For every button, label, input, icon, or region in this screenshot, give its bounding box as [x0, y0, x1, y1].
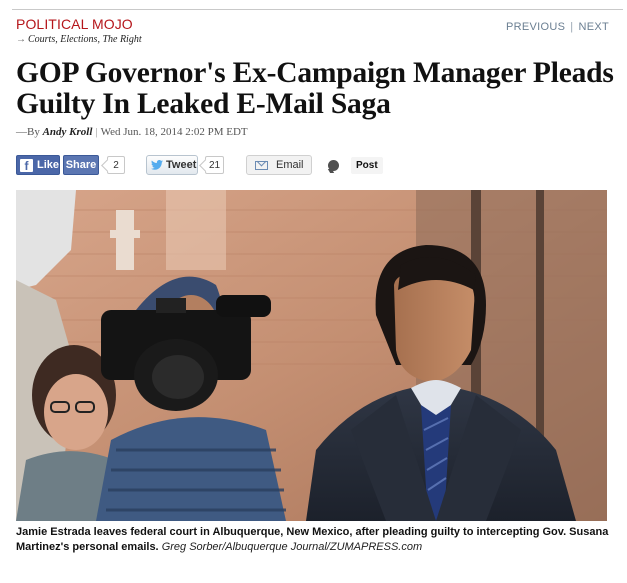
- article-photo: [16, 190, 607, 521]
- next-link[interactable]: NEXT: [578, 21, 609, 33]
- photo-credit: Greg Sorber/Albuquerque Journal/ZUMAPRES…: [161, 541, 423, 553]
- publish-date: Wed Jun. 18, 2014 2:02 PM EDT: [100, 126, 248, 138]
- email-button[interactable]: Email: [246, 155, 312, 175]
- twitter-bird-icon: [151, 160, 163, 170]
- top-divider: [12, 9, 623, 10]
- like-label: Like: [36, 159, 59, 171]
- facebook-like-button[interactable]: f Like: [16, 155, 60, 175]
- prev-next-nav: PREVIOUS | NEXT: [506, 21, 609, 33]
- tweet-button[interactable]: Tweet: [146, 155, 198, 175]
- post-label: Post: [351, 156, 383, 174]
- byline-prefix: —By: [16, 126, 40, 138]
- share-count: 2: [107, 156, 125, 174]
- previous-link[interactable]: PREVIOUS: [506, 21, 565, 33]
- arrow-icon: →: [16, 34, 26, 45]
- tweet-count-value: 21: [208, 159, 221, 171]
- section-tags-links[interactable]: Courts, Elections, The Right: [28, 34, 142, 45]
- tweet-label: Tweet: [166, 159, 197, 171]
- section-header: POLITICAL MOJO → Courts, Elections, The R…: [16, 16, 142, 45]
- facebook-icon: f: [20, 158, 33, 173]
- email-label: Email: [276, 159, 304, 171]
- section-name-link[interactable]: POLITICAL MOJO: [16, 16, 142, 32]
- article-headline: GOP Governor's Ex-Campaign Manager Plead…: [16, 57, 614, 120]
- byline-separator: |: [95, 126, 98, 138]
- tweet-count: 21: [205, 156, 224, 174]
- facebook-share-button[interactable]: Share: [63, 155, 99, 175]
- photo-caption: Jamie Estrada leaves federal court in Al…: [16, 525, 616, 555]
- post-button[interactable]: Post: [328, 155, 383, 175]
- byline: —By Andy Kroll | Wed Jun. 18, 2014 2:02 PM…: [16, 126, 248, 138]
- photo-illustration: [16, 190, 607, 521]
- mail-icon: [255, 160, 268, 170]
- section-tags: → Courts, Elections, The Right: [16, 34, 142, 45]
- nav-separator: |: [570, 21, 574, 33]
- author-link[interactable]: Andy Kroll: [43, 126, 93, 138]
- article-page: POLITICAL MOJO → Courts, Elections, The R…: [0, 0, 627, 583]
- share-count-value: 2: [113, 159, 119, 171]
- speech-bubble-icon: [328, 159, 339, 171]
